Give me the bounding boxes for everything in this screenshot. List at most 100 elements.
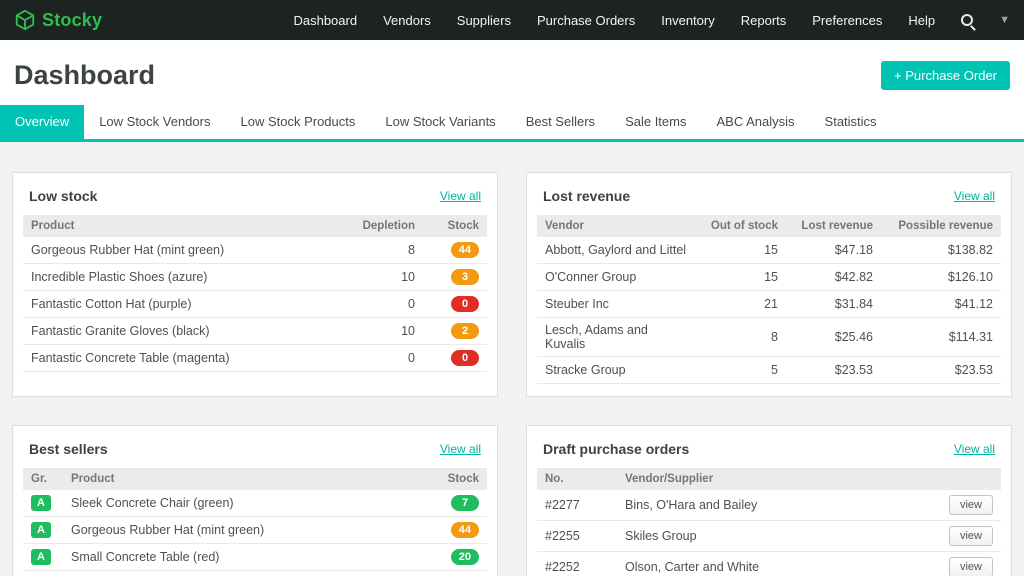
stock-badge: 44: [451, 522, 479, 538]
table-row: A Sleek Concrete Chair (green) 7: [23, 490, 487, 517]
table-row: A Gorgeous Rubber Hat (mint green) 44: [23, 517, 487, 544]
table-row: Fantastic Cotton Hat (purple) 0 0: [23, 291, 487, 318]
lost-revenue-title: Lost revenue: [543, 188, 630, 204]
product-cell: Incredible Plastic Shoes (azure): [31, 270, 335, 284]
stock-badge: 7: [451, 495, 479, 511]
tab-low-stock-variants[interactable]: Low Stock Variants: [370, 105, 510, 139]
top-nav: Dashboard Vendors Suppliers Purchase Ord…: [293, 13, 1010, 28]
vendor-cell: Bins, O'Hara and Bailey: [625, 498, 933, 512]
product-cell: Fantastic Concrete Table (magenta): [31, 351, 335, 365]
nav-item-help[interactable]: Help: [908, 13, 935, 28]
stock-cell: 44: [415, 522, 479, 538]
nav-item-preferences[interactable]: Preferences: [812, 13, 882, 28]
possible-revenue-cell: $138.82: [873, 243, 993, 257]
out-of-stock-cell: 15: [688, 270, 778, 284]
stock-cell: 20: [415, 549, 479, 565]
table-header: No. Vendor/Supplier: [537, 468, 1001, 490]
tab-abc-analysis[interactable]: ABC Analysis: [701, 105, 809, 139]
depletion-cell: 8: [335, 243, 415, 257]
depletion-cell: 10: [335, 270, 415, 284]
low-stock-title: Low stock: [29, 188, 97, 204]
out-of-stock-cell: 5: [688, 363, 778, 377]
table-row: Fantastic Granite Gloves (black) 10 2: [23, 318, 487, 345]
column-depletion: Depletion: [335, 220, 415, 232]
column-possible-revenue: Possible revenue: [873, 220, 993, 232]
column-vendor-supplier: Vendor/Supplier: [625, 473, 933, 485]
tab-overview[interactable]: Overview: [0, 105, 84, 139]
table-header: Product Depletion Stock: [23, 215, 487, 237]
depletion-cell: 0: [335, 297, 415, 311]
stock-badge: 0: [451, 350, 479, 366]
actions-cell: view: [933, 557, 993, 576]
nav-item-inventory[interactable]: Inventory: [661, 13, 714, 28]
product-cell: Gorgeous Rubber Hat (mint green): [31, 243, 335, 257]
draft-purchase-orders-table: No. Vendor/Supplier #2277 Bins, O'Hara a…: [537, 468, 1001, 576]
low-stock-view-all-link[interactable]: View all: [440, 189, 481, 203]
product-cell: Gorgeous Rubber Hat (mint green): [71, 523, 415, 537]
nav-item-purchase-orders[interactable]: Purchase Orders: [537, 13, 635, 28]
stock-badge: 20: [451, 549, 479, 565]
depletion-cell: 10: [335, 324, 415, 338]
nav-item-reports[interactable]: Reports: [741, 13, 787, 28]
vendor-cell: Olson, Carter and White: [625, 560, 933, 574]
stocky-box-icon: [14, 9, 36, 31]
table-row: Stracke Group 5 $23.53 $23.53: [537, 357, 1001, 384]
new-purchase-order-button[interactable]: + Purchase Order: [881, 61, 1010, 90]
lost-revenue-table: Vendor Out of stock Lost revenue Possibl…: [537, 215, 1001, 384]
out-of-stock-cell: 8: [688, 330, 778, 344]
tab-low-stock-products[interactable]: Low Stock Products: [225, 105, 370, 139]
tab-sale-items[interactable]: Sale Items: [610, 105, 701, 139]
vendor-cell: Steuber Inc: [545, 297, 688, 311]
product-cell: Small Concrete Table (red): [71, 550, 415, 564]
best-sellers-view-all-link[interactable]: View all: [440, 442, 481, 456]
table-row: Fantastic Concrete Table (magenta) 0 0: [23, 345, 487, 372]
column-lost-revenue: Lost revenue: [778, 220, 873, 232]
table-header: Vendor Out of stock Lost revenue Possibl…: [537, 215, 1001, 237]
card-low-stock: Low stock View all Product Depletion Sto…: [12, 172, 498, 397]
tab-low-stock-vendors[interactable]: Low Stock Vendors: [84, 105, 225, 139]
stock-cell: 7: [415, 495, 479, 511]
column-grade: Gr.: [31, 473, 71, 485]
vendor-cell: Skiles Group: [625, 529, 933, 543]
search-icon[interactable]: [961, 14, 973, 26]
depletion-cell: 0: [335, 351, 415, 365]
card-draft-purchase-orders: Draft purchase orders View all No. Vendo…: [526, 425, 1012, 576]
lost-revenue-cell: $47.18: [778, 243, 873, 257]
table-row: #2255 Skiles Group view: [537, 521, 1001, 552]
nav-item-vendors[interactable]: Vendors: [383, 13, 431, 28]
best-sellers-title: Best sellers: [29, 441, 108, 457]
grade-badge: A: [31, 495, 51, 511]
tab-statistics[interactable]: Statistics: [810, 105, 892, 139]
stock-badge: 0: [451, 296, 479, 312]
view-button[interactable]: view: [949, 495, 993, 515]
grade-cell: A: [31, 522, 71, 538]
po-number-cell: #2277: [545, 498, 625, 512]
table-row: Steuber Inc 21 $31.84 $41.12: [537, 291, 1001, 318]
grade-cell: A: [31, 495, 71, 511]
card-best-sellers: Best sellers View all Gr. Product Stock …: [12, 425, 498, 576]
draft-purchase-orders-title: Draft purchase orders: [543, 441, 689, 457]
column-number: No.: [545, 473, 625, 485]
caret-down-icon[interactable]: ▼: [999, 14, 1010, 26]
product-cell: Sleek Concrete Chair (green): [71, 496, 415, 510]
lost-revenue-cell: $23.53: [778, 363, 873, 377]
vendor-cell: Abbott, Gaylord and Littel: [545, 243, 688, 257]
brand[interactable]: Stocky: [14, 9, 102, 31]
table-row: Incredible Plastic Shoes (azure) 10 3: [23, 264, 487, 291]
table-row: O'Conner Group 15 $42.82 $126.10: [537, 264, 1001, 291]
page-header: Dashboard + Purchase Order: [0, 40, 1024, 105]
stock-cell: 44: [415, 242, 479, 258]
stock-badge: 44: [451, 242, 479, 258]
dashboard-content: Low stock View all Product Depletion Sto…: [0, 142, 1024, 576]
nav-item-suppliers[interactable]: Suppliers: [457, 13, 511, 28]
view-button[interactable]: view: [949, 557, 993, 576]
possible-revenue-cell: $126.10: [873, 270, 993, 284]
draft-purchase-orders-view-all-link[interactable]: View all: [954, 442, 995, 456]
tab-best-sellers[interactable]: Best Sellers: [511, 105, 610, 139]
table-row: A Small Concrete Table (red) 20: [23, 544, 487, 571]
column-stock: Stock: [415, 473, 479, 485]
vendor-cell: Lesch, Adams and Kuvalis: [545, 323, 688, 351]
view-button[interactable]: view: [949, 526, 993, 546]
lost-revenue-view-all-link[interactable]: View all: [954, 189, 995, 203]
nav-item-dashboard[interactable]: Dashboard: [293, 13, 357, 28]
